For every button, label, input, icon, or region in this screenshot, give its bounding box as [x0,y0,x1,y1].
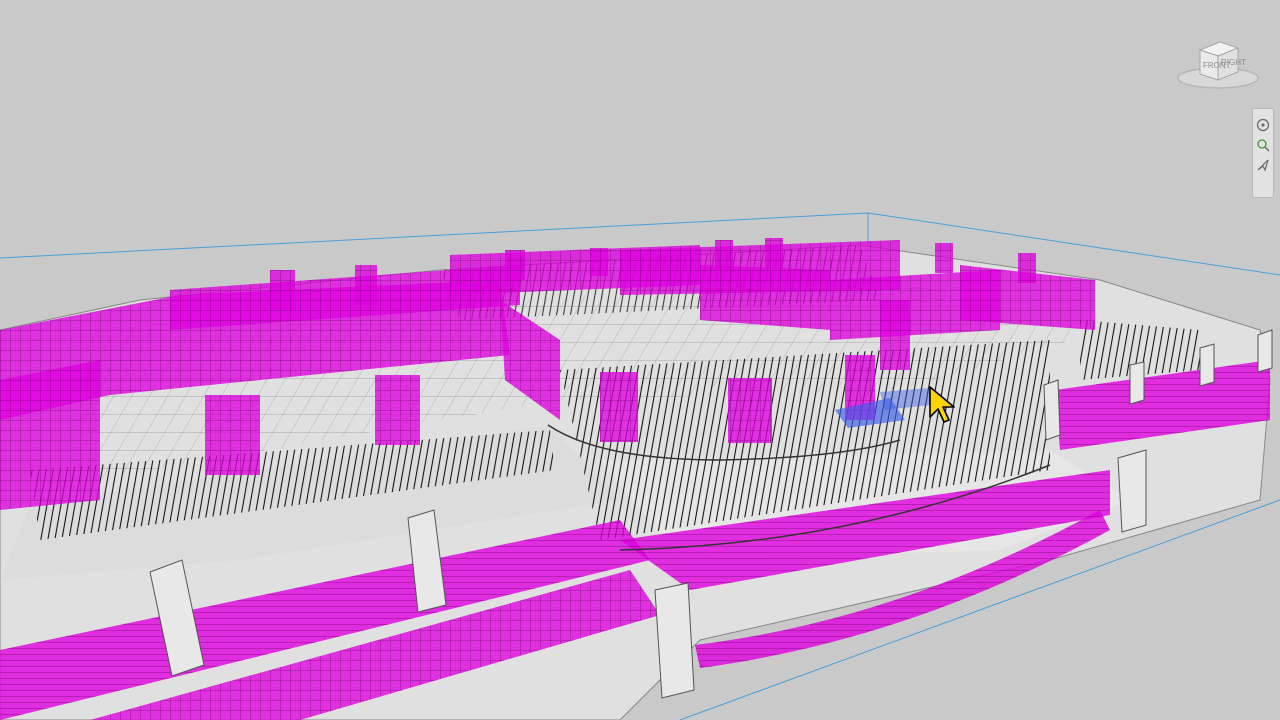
viewcube[interactable]: FRONT RIGHT [1176,30,1260,94]
pan-icon [1257,159,1269,172]
steering-wheel-button[interactable] [1255,117,1271,133]
zoom-button[interactable] [1255,137,1271,153]
3d-model-viewport[interactable] [0,0,1280,720]
mouse-cursor-icon [929,386,955,423]
navigation-bar [1252,108,1274,198]
viewcube-right-label[interactable]: RIGHT [1221,58,1246,67]
steering-wheel-icon [1256,118,1270,132]
zoom-icon [1257,139,1270,152]
pan-button[interactable] [1255,157,1271,173]
